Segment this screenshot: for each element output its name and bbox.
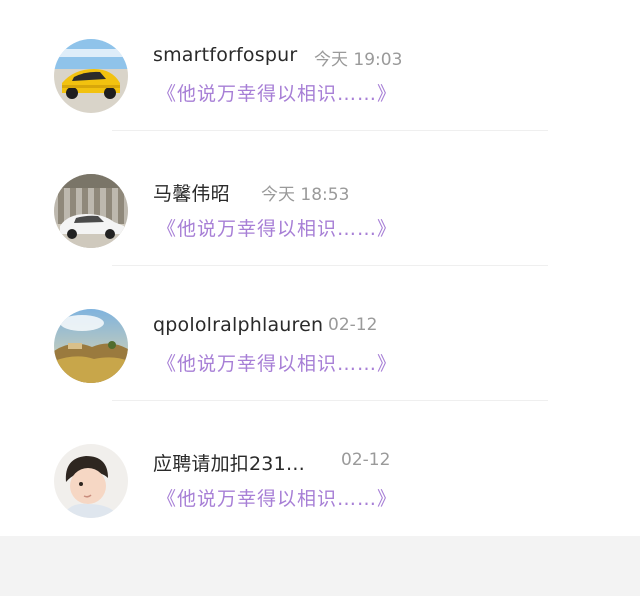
child-portrait-icon	[54, 444, 128, 518]
chat-item[interactable]: qpololralphlauren 02-12 《他说万幸得以相识……》	[0, 278, 640, 413]
chat-item[interactable]: 马馨伟昭 今天 18:53 《他说万幸得以相识……》	[0, 143, 640, 278]
contact-name: 应聘请加扣231…	[153, 453, 306, 475]
avatar[interactable]	[54, 39, 128, 113]
chat-item[interactable]: smartforfospur 今天 19:03 《他说万幸得以相识……》	[0, 8, 640, 143]
message-time: 今天 18:53	[261, 185, 350, 205]
chat-item[interactable]: 应聘请加扣231… 02-12 《他说万幸得以相识……》	[0, 413, 640, 548]
divider	[112, 400, 548, 401]
bottom-bar	[0, 536, 640, 596]
divider	[112, 130, 548, 131]
message-preview: 《他说万幸得以相识……》	[157, 353, 398, 375]
message-time: 今天 19:03	[314, 50, 403, 70]
message-preview: 《他说万幸得以相识……》	[157, 218, 398, 240]
divider	[112, 265, 548, 266]
message-time: 02-12	[341, 450, 391, 470]
avatar[interactable]	[54, 309, 128, 383]
message-time: 02-12	[328, 315, 378, 335]
landscape-icon	[54, 309, 128, 383]
message-preview: 《他说万幸得以相识……》	[157, 83, 398, 105]
yellow-sports-car-icon	[54, 39, 128, 113]
message-preview: 《他说万幸得以相识……》	[157, 488, 398, 510]
contact-name: smartforfospur	[153, 44, 298, 66]
contact-name: qpololralphlauren	[153, 314, 324, 336]
avatar[interactable]	[54, 174, 128, 248]
contact-name: 马馨伟昭	[153, 183, 230, 205]
avatar[interactable]	[54, 444, 128, 518]
chat-list: smartforfospur 今天 19:03 《他说万幸得以相识……》 马馨伟…	[0, 0, 640, 536]
white-car-icon	[54, 174, 128, 248]
